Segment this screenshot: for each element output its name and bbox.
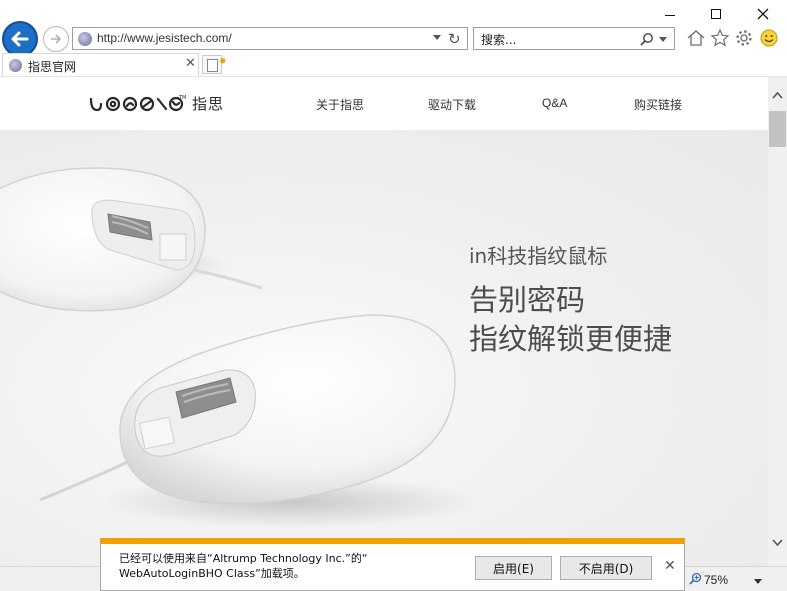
arrow-right-icon: [51, 34, 62, 44]
notification-close-icon[interactable]: ✕: [664, 558, 676, 574]
new-tab-icon: ✸: [207, 57, 227, 72]
disable-button[interactable]: 不启用(D): [560, 556, 652, 580]
nav-qa[interactable]: Q&A: [542, 96, 567, 110]
vertical-scrollbar[interactable]: [768, 77, 787, 566]
web-page: TM 指思 关于指思 驱动下载 Q&A 购买链接 in科技指纹鼠标 告别密码 指…: [0, 77, 768, 566]
browser-tab[interactable]: 指思官网 ✕: [2, 53, 199, 77]
search-icon[interactable]: [640, 32, 654, 46]
notification-line2: WebAutoLoginBHO Class”加载项。: [119, 567, 305, 580]
scroll-down-icon[interactable]: [772, 539, 783, 547]
nav-driver-download[interactable]: 驱动下载: [428, 96, 476, 113]
tab-close-icon[interactable]: ✕: [185, 56, 196, 71]
hero-subtitle: in科技指纹鼠标: [469, 244, 608, 268]
nav-about[interactable]: 关于指思: [316, 96, 364, 113]
site-header: TM 指思 关于指思 驱动下载 Q&A 购买链接: [0, 77, 768, 130]
enable-button[interactable]: 启用(E): [475, 556, 552, 580]
arrow-left-icon: [11, 31, 29, 47]
zoom-icon[interactable]: [689, 572, 702, 585]
new-tab-button[interactable]: ✸: [202, 55, 227, 74]
zoom-dropdown-icon[interactable]: [754, 579, 762, 584]
hero-title-line2: 指纹解锁更便捷: [469, 322, 673, 356]
scrollbar-thumb[interactable]: [769, 111, 786, 147]
search-input[interactable]: 搜索...: [481, 31, 516, 48]
back-button[interactable]: [2, 21, 38, 57]
forward-button[interactable]: [43, 26, 69, 52]
address-dropdown-icon[interactable]: [433, 35, 441, 40]
maximize-button[interactable]: [703, 4, 729, 24]
search-dropdown-icon[interactable]: [659, 37, 667, 42]
tab-title: 指思官网: [28, 60, 77, 74]
tab-favicon-icon: [9, 59, 22, 72]
svg-text:TM: TM: [178, 95, 186, 101]
logo-text: 指思: [192, 95, 225, 113]
minimize-button[interactable]: [657, 4, 683, 24]
close-icon: [757, 8, 769, 20]
notification-line1: 已经可以使用来自“Altrump Technology Inc.”的“: [119, 552, 368, 565]
close-window-button[interactable]: [750, 4, 776, 24]
notification-message: 已经可以使用来自“Altrump Technology Inc.”的“ WebA…: [119, 551, 419, 581]
logo-mark-icon: TM: [89, 95, 186, 111]
hero-title-line1: 告别密码: [469, 283, 586, 317]
refresh-icon[interactable]: ↻: [448, 29, 461, 49]
home-icon[interactable]: [686, 28, 706, 48]
site-favicon-icon: [78, 32, 92, 46]
nav-buy-link[interactable]: 购买链接: [634, 96, 682, 113]
address-text[interactable]: http://www.jesistech.com/: [97, 31, 232, 45]
zoom-level[interactable]: 75%: [704, 573, 728, 587]
scroll-up-icon[interactable]: [772, 91, 783, 99]
addon-notification-bar: 已经可以使用来自“Altrump Technology Inc.”的“ WebA…: [100, 538, 685, 591]
search-box[interactable]: 搜索...: [473, 27, 675, 50]
gear-icon[interactable]: [734, 28, 754, 48]
star-icon[interactable]: [710, 28, 730, 48]
hero-banner: in科技指纹鼠标 告别密码 指纹解锁更便捷: [0, 130, 768, 566]
smiley-icon[interactable]: [759, 28, 779, 48]
site-logo[interactable]: TM 指思: [88, 93, 224, 114]
address-bar[interactable]: http://www.jesistech.com/ ↻: [72, 27, 468, 50]
